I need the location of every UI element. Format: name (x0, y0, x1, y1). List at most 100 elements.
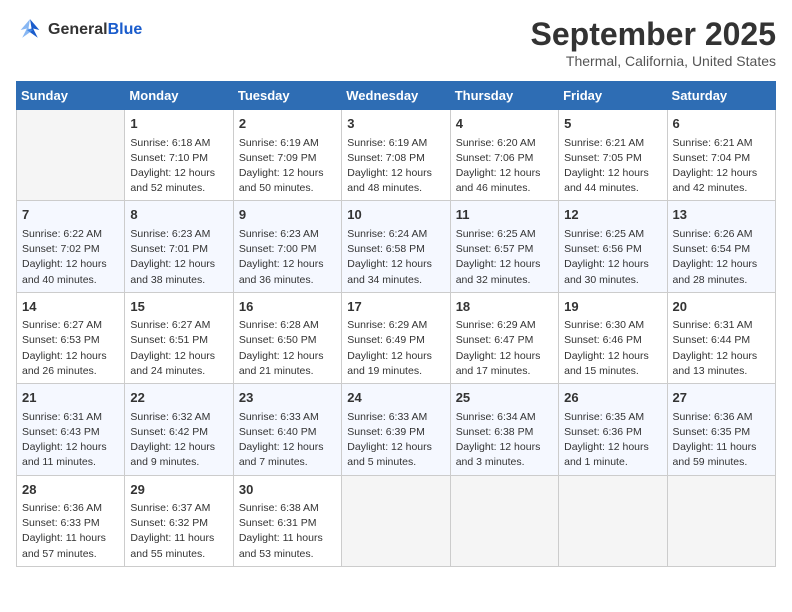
calendar-cell: 27Sunrise: 6:36 AMSunset: 6:35 PMDayligh… (667, 384, 775, 475)
week-row-4: 21Sunrise: 6:31 AMSunset: 6:43 PMDayligh… (17, 384, 776, 475)
month-title: September 2025 (531, 16, 776, 53)
weekday-header-friday: Friday (559, 82, 667, 110)
day-info: Sunrise: 6:27 AMSunset: 6:51 PMDaylight:… (130, 318, 227, 379)
calendar-cell: 28Sunrise: 6:36 AMSunset: 6:33 PMDayligh… (17, 475, 125, 566)
calendar-cell: 1Sunrise: 6:18 AMSunset: 7:10 PMDaylight… (125, 110, 233, 201)
day-number: 3 (347, 114, 444, 134)
day-number: 1 (130, 114, 227, 134)
day-info: Sunrise: 6:22 AMSunset: 7:02 PMDaylight:… (22, 227, 119, 288)
page-header: GeneralBlue September 2025 Thermal, Cali… (16, 16, 776, 69)
day-number: 30 (239, 480, 336, 500)
day-info: Sunrise: 6:23 AMSunset: 7:01 PMDaylight:… (130, 227, 227, 288)
day-number: 20 (673, 297, 770, 317)
logo-line1: GeneralBlue (48, 21, 142, 39)
calendar-cell: 2Sunrise: 6:19 AMSunset: 7:09 PMDaylight… (233, 110, 341, 201)
day-info: Sunrise: 6:25 AMSunset: 6:56 PMDaylight:… (564, 227, 661, 288)
calendar-cell: 11Sunrise: 6:25 AMSunset: 6:57 PMDayligh… (450, 201, 558, 292)
day-number: 21 (22, 388, 119, 408)
day-number: 8 (130, 205, 227, 225)
logo-bird-icon (16, 16, 44, 44)
day-info: Sunrise: 6:37 AMSunset: 6:32 PMDaylight:… (130, 501, 227, 562)
day-number: 29 (130, 480, 227, 500)
day-info: Sunrise: 6:35 AMSunset: 6:36 PMDaylight:… (564, 410, 661, 471)
day-info: Sunrise: 6:19 AMSunset: 7:08 PMDaylight:… (347, 136, 444, 197)
logo: GeneralBlue (16, 16, 142, 44)
day-info: Sunrise: 6:36 AMSunset: 6:33 PMDaylight:… (22, 501, 119, 562)
calendar-cell: 4Sunrise: 6:20 AMSunset: 7:06 PMDaylight… (450, 110, 558, 201)
calendar-cell: 21Sunrise: 6:31 AMSunset: 6:43 PMDayligh… (17, 384, 125, 475)
day-number: 7 (22, 205, 119, 225)
day-info: Sunrise: 6:36 AMSunset: 6:35 PMDaylight:… (673, 410, 770, 471)
calendar-cell: 29Sunrise: 6:37 AMSunset: 6:32 PMDayligh… (125, 475, 233, 566)
day-number: 14 (22, 297, 119, 317)
calendar-cell (17, 110, 125, 201)
calendar-cell: 3Sunrise: 6:19 AMSunset: 7:08 PMDaylight… (342, 110, 450, 201)
day-info: Sunrise: 6:34 AMSunset: 6:38 PMDaylight:… (456, 410, 553, 471)
day-number: 25 (456, 388, 553, 408)
calendar-cell: 8Sunrise: 6:23 AMSunset: 7:01 PMDaylight… (125, 201, 233, 292)
day-number: 16 (239, 297, 336, 317)
day-number: 19 (564, 297, 661, 317)
calendar-cell: 23Sunrise: 6:33 AMSunset: 6:40 PMDayligh… (233, 384, 341, 475)
location: Thermal, California, United States (531, 53, 776, 69)
day-info: Sunrise: 6:30 AMSunset: 6:46 PMDaylight:… (564, 318, 661, 379)
day-info: Sunrise: 6:32 AMSunset: 6:42 PMDaylight:… (130, 410, 227, 471)
day-number: 4 (456, 114, 553, 134)
day-number: 2 (239, 114, 336, 134)
day-number: 18 (456, 297, 553, 317)
weekday-header-thursday: Thursday (450, 82, 558, 110)
day-info: Sunrise: 6:31 AMSunset: 6:43 PMDaylight:… (22, 410, 119, 471)
calendar-table: SundayMondayTuesdayWednesdayThursdayFrid… (16, 81, 776, 567)
day-info: Sunrise: 6:31 AMSunset: 6:44 PMDaylight:… (673, 318, 770, 379)
calendar-cell: 18Sunrise: 6:29 AMSunset: 6:47 PMDayligh… (450, 292, 558, 383)
day-number: 27 (673, 388, 770, 408)
calendar-cell: 5Sunrise: 6:21 AMSunset: 7:05 PMDaylight… (559, 110, 667, 201)
day-info: Sunrise: 6:38 AMSunset: 6:31 PMDaylight:… (239, 501, 336, 562)
day-info: Sunrise: 6:33 AMSunset: 6:40 PMDaylight:… (239, 410, 336, 471)
weekday-header-row: SundayMondayTuesdayWednesdayThursdayFrid… (17, 82, 776, 110)
calendar-cell: 13Sunrise: 6:26 AMSunset: 6:54 PMDayligh… (667, 201, 775, 292)
day-info: Sunrise: 6:33 AMSunset: 6:39 PMDaylight:… (347, 410, 444, 471)
calendar-cell: 6Sunrise: 6:21 AMSunset: 7:04 PMDaylight… (667, 110, 775, 201)
day-number: 28 (22, 480, 119, 500)
calendar-cell: 17Sunrise: 6:29 AMSunset: 6:49 PMDayligh… (342, 292, 450, 383)
day-info: Sunrise: 6:24 AMSunset: 6:58 PMDaylight:… (347, 227, 444, 288)
calendar-cell (342, 475, 450, 566)
day-number: 12 (564, 205, 661, 225)
calendar-cell: 12Sunrise: 6:25 AMSunset: 6:56 PMDayligh… (559, 201, 667, 292)
calendar-cell: 9Sunrise: 6:23 AMSunset: 7:00 PMDaylight… (233, 201, 341, 292)
day-info: Sunrise: 6:29 AMSunset: 6:49 PMDaylight:… (347, 318, 444, 379)
title-block: September 2025 Thermal, California, Unit… (531, 16, 776, 69)
weekday-header-saturday: Saturday (667, 82, 775, 110)
calendar-cell: 16Sunrise: 6:28 AMSunset: 6:50 PMDayligh… (233, 292, 341, 383)
day-number: 24 (347, 388, 444, 408)
weekday-header-tuesday: Tuesday (233, 82, 341, 110)
week-row-1: 1Sunrise: 6:18 AMSunset: 7:10 PMDaylight… (17, 110, 776, 201)
day-number: 13 (673, 205, 770, 225)
day-info: Sunrise: 6:21 AMSunset: 7:04 PMDaylight:… (673, 136, 770, 197)
calendar-cell: 25Sunrise: 6:34 AMSunset: 6:38 PMDayligh… (450, 384, 558, 475)
weekday-header-wednesday: Wednesday (342, 82, 450, 110)
calendar-cell: 10Sunrise: 6:24 AMSunset: 6:58 PMDayligh… (342, 201, 450, 292)
day-number: 5 (564, 114, 661, 134)
logo-line2: Blue (108, 21, 143, 38)
day-info: Sunrise: 6:27 AMSunset: 6:53 PMDaylight:… (22, 318, 119, 379)
week-row-5: 28Sunrise: 6:36 AMSunset: 6:33 PMDayligh… (17, 475, 776, 566)
day-info: Sunrise: 6:26 AMSunset: 6:54 PMDaylight:… (673, 227, 770, 288)
day-info: Sunrise: 6:21 AMSunset: 7:05 PMDaylight:… (564, 136, 661, 197)
day-info: Sunrise: 6:23 AMSunset: 7:00 PMDaylight:… (239, 227, 336, 288)
day-info: Sunrise: 6:25 AMSunset: 6:57 PMDaylight:… (456, 227, 553, 288)
day-number: 6 (673, 114, 770, 134)
day-number: 9 (239, 205, 336, 225)
weekday-header-sunday: Sunday (17, 82, 125, 110)
day-number: 23 (239, 388, 336, 408)
calendar-cell: 7Sunrise: 6:22 AMSunset: 7:02 PMDaylight… (17, 201, 125, 292)
week-row-3: 14Sunrise: 6:27 AMSunset: 6:53 PMDayligh… (17, 292, 776, 383)
day-info: Sunrise: 6:28 AMSunset: 6:50 PMDaylight:… (239, 318, 336, 379)
day-number: 26 (564, 388, 661, 408)
day-number: 15 (130, 297, 227, 317)
day-number: 22 (130, 388, 227, 408)
calendar-cell: 30Sunrise: 6:38 AMSunset: 6:31 PMDayligh… (233, 475, 341, 566)
calendar-cell: 19Sunrise: 6:30 AMSunset: 6:46 PMDayligh… (559, 292, 667, 383)
calendar-cell: 14Sunrise: 6:27 AMSunset: 6:53 PMDayligh… (17, 292, 125, 383)
